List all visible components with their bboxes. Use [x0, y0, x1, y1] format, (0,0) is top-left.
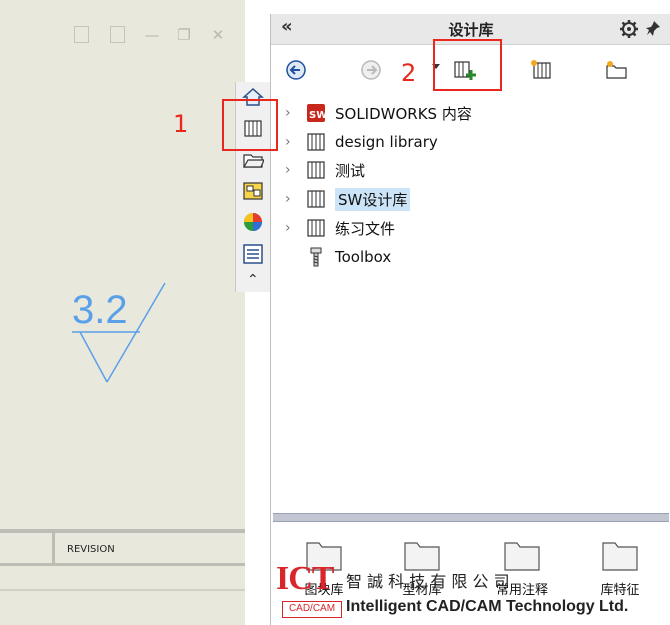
gear-icon[interactable] — [619, 19, 639, 39]
tree-item-label-selected: SW设计库 — [335, 187, 411, 211]
company-name-cn: 智 誠 科 技 有 限 公 司 — [346, 572, 510, 591]
tab-custom-properties[interactable] — [241, 242, 265, 266]
library-books-icon — [305, 131, 327, 153]
tab-view-palette[interactable] — [241, 179, 265, 203]
tree-item-practice-files[interactable]: › 练习文件 — [285, 215, 395, 241]
scroll-up-icon[interactable]: ⌃ — [247, 272, 259, 288]
tree-item-label: 测试 — [335, 161, 366, 180]
company-watermark: ICT CAD/CAM 智 誠 科 技 有 限 公 司 Intelligent … — [272, 560, 670, 625]
title-block: REVISION — [0, 529, 245, 625]
back-button[interactable] — [283, 57, 309, 83]
tree-item-design-library[interactable]: › design library — [285, 129, 438, 155]
add-file-location-button[interactable] — [529, 57, 555, 83]
tree-item-test[interactable]: › 测试 — [285, 157, 365, 183]
solidworks-content-icon: SW — [305, 102, 327, 124]
revision-label: REVISION — [67, 544, 115, 555]
view-palette-icon — [243, 182, 263, 200]
tree-item-toolbox[interactable]: Toolbox — [285, 244, 391, 270]
add-file-location-icon — [531, 60, 551, 79]
open-folder-icon — [242, 154, 264, 168]
design-library-panel: « 设计库 › SW SOLIDWORKS 内容 › design librar… — [270, 14, 670, 625]
toolbox-screw-icon — [305, 246, 327, 268]
tree-item-label: SOLIDWORKS 内容 — [335, 104, 472, 123]
properties-list-icon — [243, 244, 263, 264]
chevron-right-icon[interactable]: › — [285, 220, 297, 236]
tree-item-solidworks-content[interactable]: › SW SOLIDWORKS 内容 — [285, 100, 472, 126]
tab-file-explorer[interactable] — [241, 148, 265, 172]
callout-number-1: 1 — [173, 110, 189, 138]
library-books-icon — [305, 217, 327, 239]
tree-item-sw-design-library[interactable]: › SW设计库 — [285, 186, 411, 212]
library-books-icon — [305, 188, 327, 210]
surface-finish-symbol: 3.2 — [72, 282, 166, 383]
tree-item-label: 练习文件 — [335, 219, 396, 238]
tab-appearances[interactable] — [241, 210, 265, 234]
chevron-right-icon[interactable]: › — [285, 162, 297, 178]
library-books-icon — [305, 159, 327, 181]
surface-finish-value: 3.2 — [72, 288, 128, 332]
svg-text:SW: SW — [309, 110, 327, 121]
chevron-right-icon[interactable]: › — [285, 191, 297, 207]
chevron-right-icon[interactable]: › — [285, 105, 297, 121]
panel-title: 设计库 — [448, 21, 494, 39]
ict-logo: ICT CAD/CAM — [276, 560, 342, 622]
appearance-ball-icon — [244, 213, 262, 231]
forward-button[interactable] — [358, 57, 384, 83]
forward-arrow-icon — [361, 60, 381, 80]
tree-item-label: design library — [335, 133, 438, 151]
tree-item-label: Toolbox — [335, 248, 392, 266]
callout-box-1 — [222, 99, 278, 151]
pane-splitter[interactable] — [273, 513, 669, 522]
new-folder-icon — [606, 61, 627, 79]
back-arrow-icon — [286, 60, 306, 80]
callout-number-2: 2 — [401, 59, 417, 87]
pin-icon[interactable] — [645, 19, 663, 39]
callout-box-2 — [433, 39, 502, 91]
chevron-right-icon[interactable]: › — [285, 134, 297, 150]
create-new-folder-button[interactable] — [604, 57, 630, 83]
drawing-area[interactable]: — ❐ ✕ 3.2 REVISION — [0, 0, 245, 625]
company-name-en: Intelligent CAD/CAM Technology Ltd. — [346, 598, 629, 615]
